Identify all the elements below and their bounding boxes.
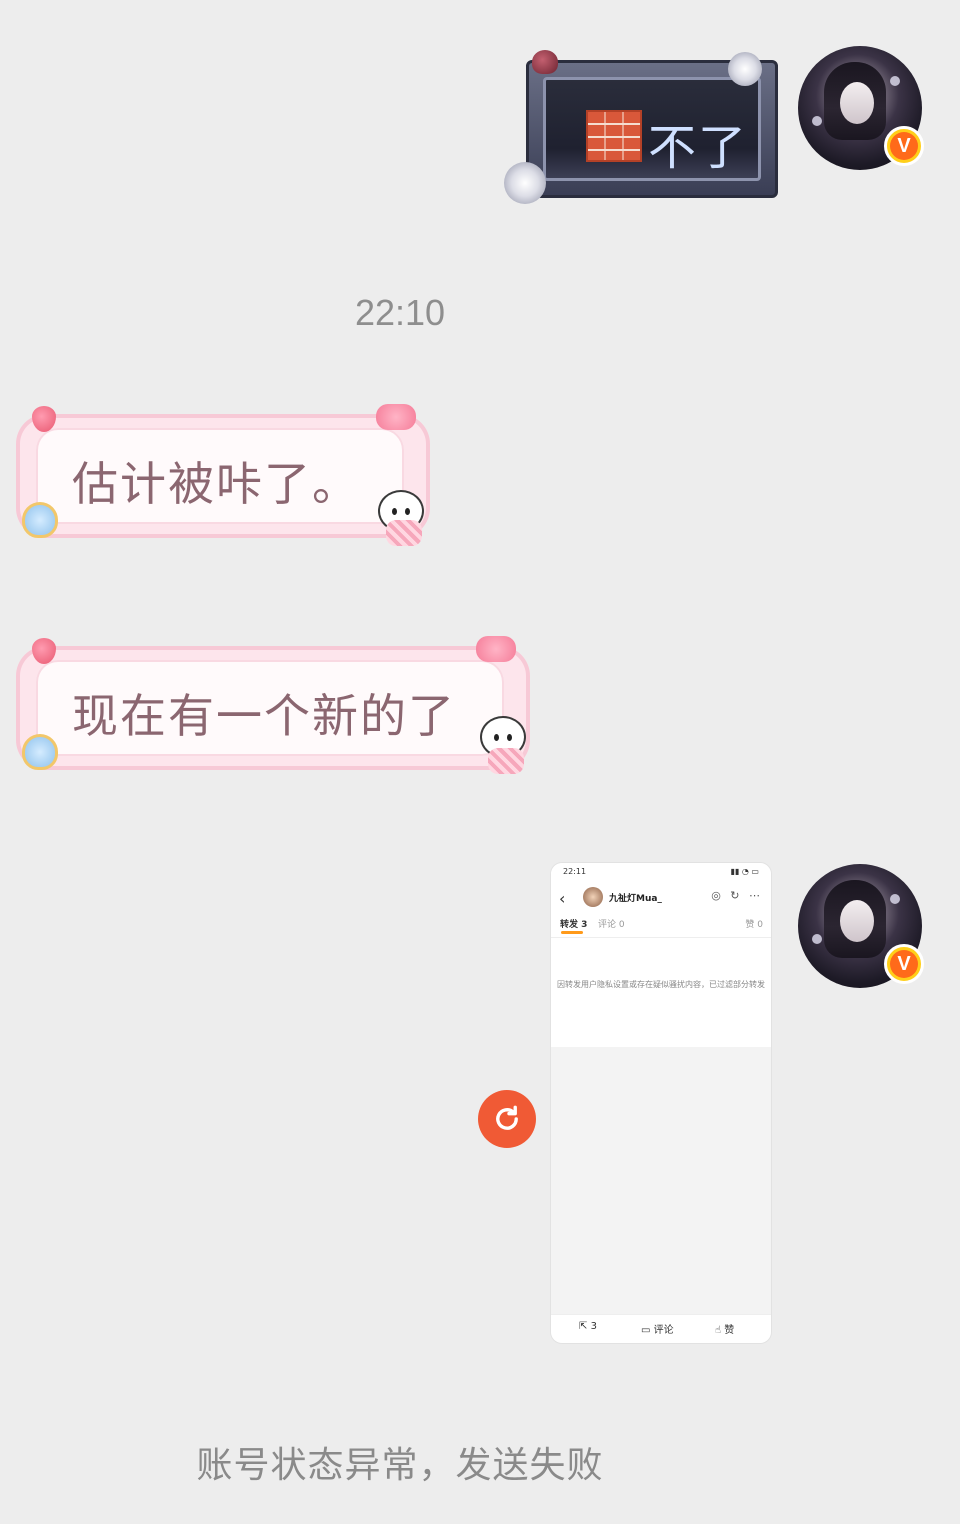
avatar[interactable]: V (798, 46, 924, 170)
bow-icon (476, 636, 516, 662)
flower-icon (812, 934, 822, 944)
resend-button[interactable] (478, 1090, 536, 1148)
flower-icon (890, 76, 900, 86)
received-message-text: 现在有一个新的了 (72, 689, 456, 743)
lily-decoration-icon (504, 162, 546, 204)
sticker-inner: 不了 (543, 77, 761, 181)
flower-icon (812, 116, 822, 126)
preview-status-time: 22:11 (563, 867, 587, 876)
sent-sticker-text: 不了 (648, 120, 749, 176)
hello-kitty-body (386, 520, 422, 546)
preview-tab-repost: 转发 3 (560, 920, 588, 930)
flower-icon (890, 894, 900, 904)
heart-icon (22, 502, 58, 538)
preview-tab-like: 赞 0 (745, 920, 763, 930)
received-message-text: 估计被咔了。 (72, 457, 360, 511)
preview-content: 22:11 ▮▮ ◔ ▭ ‹ 九祉灯Mua_ ◎ ↻ ⋯ 转发 3 评论 0 赞… (551, 863, 771, 1047)
hello-kitty-body (488, 748, 524, 774)
message-timestamp: 22:10 (354, 292, 446, 333)
preview-like-action: ☝ 赞 (715, 1325, 735, 1336)
avatar-face (840, 82, 874, 124)
preview-avatar (583, 887, 603, 907)
preview-repost-action: ⇱ 3 (579, 1321, 597, 1332)
lily-decoration-icon (728, 52, 762, 86)
verified-badge: V (884, 126, 924, 166)
sent-image-message[interactable]: 22:11 ▮▮ ◔ ▭ ‹ 九祉灯Mua_ ◎ ↻ ⋯ 转发 3 评论 0 赞… (550, 862, 772, 1344)
divider (551, 937, 771, 938)
avatar[interactable]: V (798, 864, 924, 988)
bow-icon (376, 404, 416, 430)
back-arrow-icon: ‹ (559, 889, 566, 908)
preview-comment-label: 评论 (653, 1325, 674, 1336)
preview-bottom-bar: ⇱ 3 ▭ 评论 ☝ 赞 (551, 1314, 771, 1343)
refresh-icon (496, 1105, 518, 1130)
tab-underline (561, 931, 583, 934)
preview-repost-count: 3 (590, 1321, 597, 1332)
avatar-face (840, 900, 874, 942)
send-failure-notice: 账号状态异常，发送失败 (196, 1445, 604, 1486)
brick-emoji-icon (586, 110, 642, 162)
received-bubble[interactable]: 估计被咔了。 (16, 414, 430, 538)
preview-action-icons: ◎ ↻ ⋯ (711, 889, 763, 902)
rosebud-decoration-icon (532, 50, 558, 74)
preview-comment-action: ▭ 评论 (641, 1325, 674, 1336)
preview-like-label: 赞 (724, 1325, 735, 1336)
verified-v-icon: V (890, 950, 918, 978)
verified-v-icon: V (890, 132, 918, 160)
preview-notice: 因转发用户隐私设置或存在疑似骚扰内容，已过滤部分转发 (557, 980, 765, 989)
preview-status-icons: ▮▮ ◔ ▭ (730, 867, 759, 876)
preview-tab-comment: 评论 0 (598, 920, 625, 930)
verified-badge: V (884, 944, 924, 984)
preview-username: 九祉灯Mua_ (609, 894, 662, 904)
received-bubble[interactable]: 现在有一个新的了 (16, 646, 530, 770)
heart-icon (22, 734, 58, 770)
